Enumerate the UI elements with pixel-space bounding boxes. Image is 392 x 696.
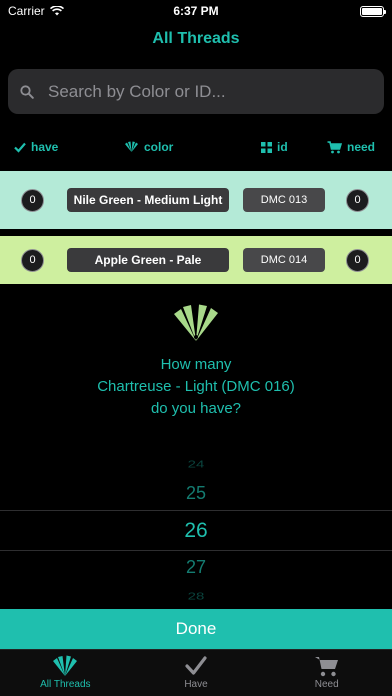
- quantity-picker[interactable]: 24 25 26 27 28: [0, 446, 392, 608]
- picker-option[interactable]: 28: [0, 591, 392, 603]
- tab-bar: All Threads Have Need: [0, 649, 392, 696]
- filter-id-label: id: [277, 140, 288, 154]
- prompt-line-2: Chartreuse - Light (DMC 016): [97, 378, 295, 395]
- search-icon: [20, 84, 34, 99]
- status-bar: Carrier 6:37 PM: [0, 0, 392, 22]
- thread-row[interactable]: 0 Nile Green - Medium Light DMC 013 0: [0, 171, 392, 229]
- battery-icon: [360, 5, 386, 17]
- filter-color[interactable]: color: [124, 140, 173, 154]
- filter-id[interactable]: id: [261, 140, 288, 154]
- prompt-text: How many Chartreuse - Light (DMC 016) do…: [0, 354, 392, 420]
- need-count[interactable]: 0: [346, 248, 369, 272]
- fan-icon: [53, 655, 78, 676]
- picker-divider-top: [0, 510, 392, 511]
- checkmark-icon: [185, 656, 207, 675]
- filter-bar: have color id need: [0, 134, 392, 160]
- search-input[interactable]: [48, 81, 348, 102]
- have-count[interactable]: 0: [21, 188, 44, 212]
- tab-label: All Threads: [40, 679, 91, 690]
- filter-color-label: color: [144, 140, 174, 154]
- picker-option[interactable]: 27: [0, 557, 392, 578]
- picker-option[interactable]: 24: [0, 459, 392, 471]
- fan-icon: [174, 304, 218, 341]
- fan-icon: [125, 141, 138, 152]
- cart-icon: [327, 140, 342, 153]
- page-title: All Threads: [152, 30, 240, 47]
- thread-id: DMC 013: [243, 188, 325, 212]
- thread-name: Apple Green - Pale: [67, 248, 229, 272]
- tab-have[interactable]: Have: [131, 650, 262, 696]
- filter-need-label: need: [347, 140, 376, 154]
- thread-name: Nile Green - Medium Light: [67, 188, 229, 212]
- carrier-label: Carrier: [8, 4, 45, 18]
- picker-divider-bottom: [0, 550, 392, 551]
- prompt-line-3: do you have?: [150, 400, 242, 417]
- filter-need[interactable]: need: [327, 140, 375, 154]
- filter-have-label: have: [31, 140, 59, 154]
- filter-have[interactable]: have: [14, 140, 58, 154]
- tab-label: Need: [314, 679, 339, 690]
- grid-icon: [261, 141, 272, 153]
- prompt-line-1: How many: [160, 356, 232, 373]
- thread-id: DMC 014: [243, 248, 325, 272]
- cart-icon: [314, 657, 338, 677]
- thread-row[interactable]: 0 Apple Green - Pale DMC 014 0: [0, 236, 392, 284]
- tab-need[interactable]: Need: [261, 650, 392, 696]
- search-bar[interactable]: [8, 69, 384, 114]
- tab-label: Have: [184, 679, 208, 690]
- need-count[interactable]: 0: [346, 188, 369, 212]
- tab-all-threads[interactable]: All Threads: [0, 650, 131, 696]
- picker-selected[interactable]: 26: [0, 519, 392, 543]
- checkmark-icon: [14, 142, 26, 153]
- done-button[interactable]: Done: [0, 609, 392, 649]
- picker-option[interactable]: 25: [0, 483, 392, 504]
- wifi-icon: [49, 6, 64, 16]
- have-count[interactable]: 0: [21, 248, 44, 272]
